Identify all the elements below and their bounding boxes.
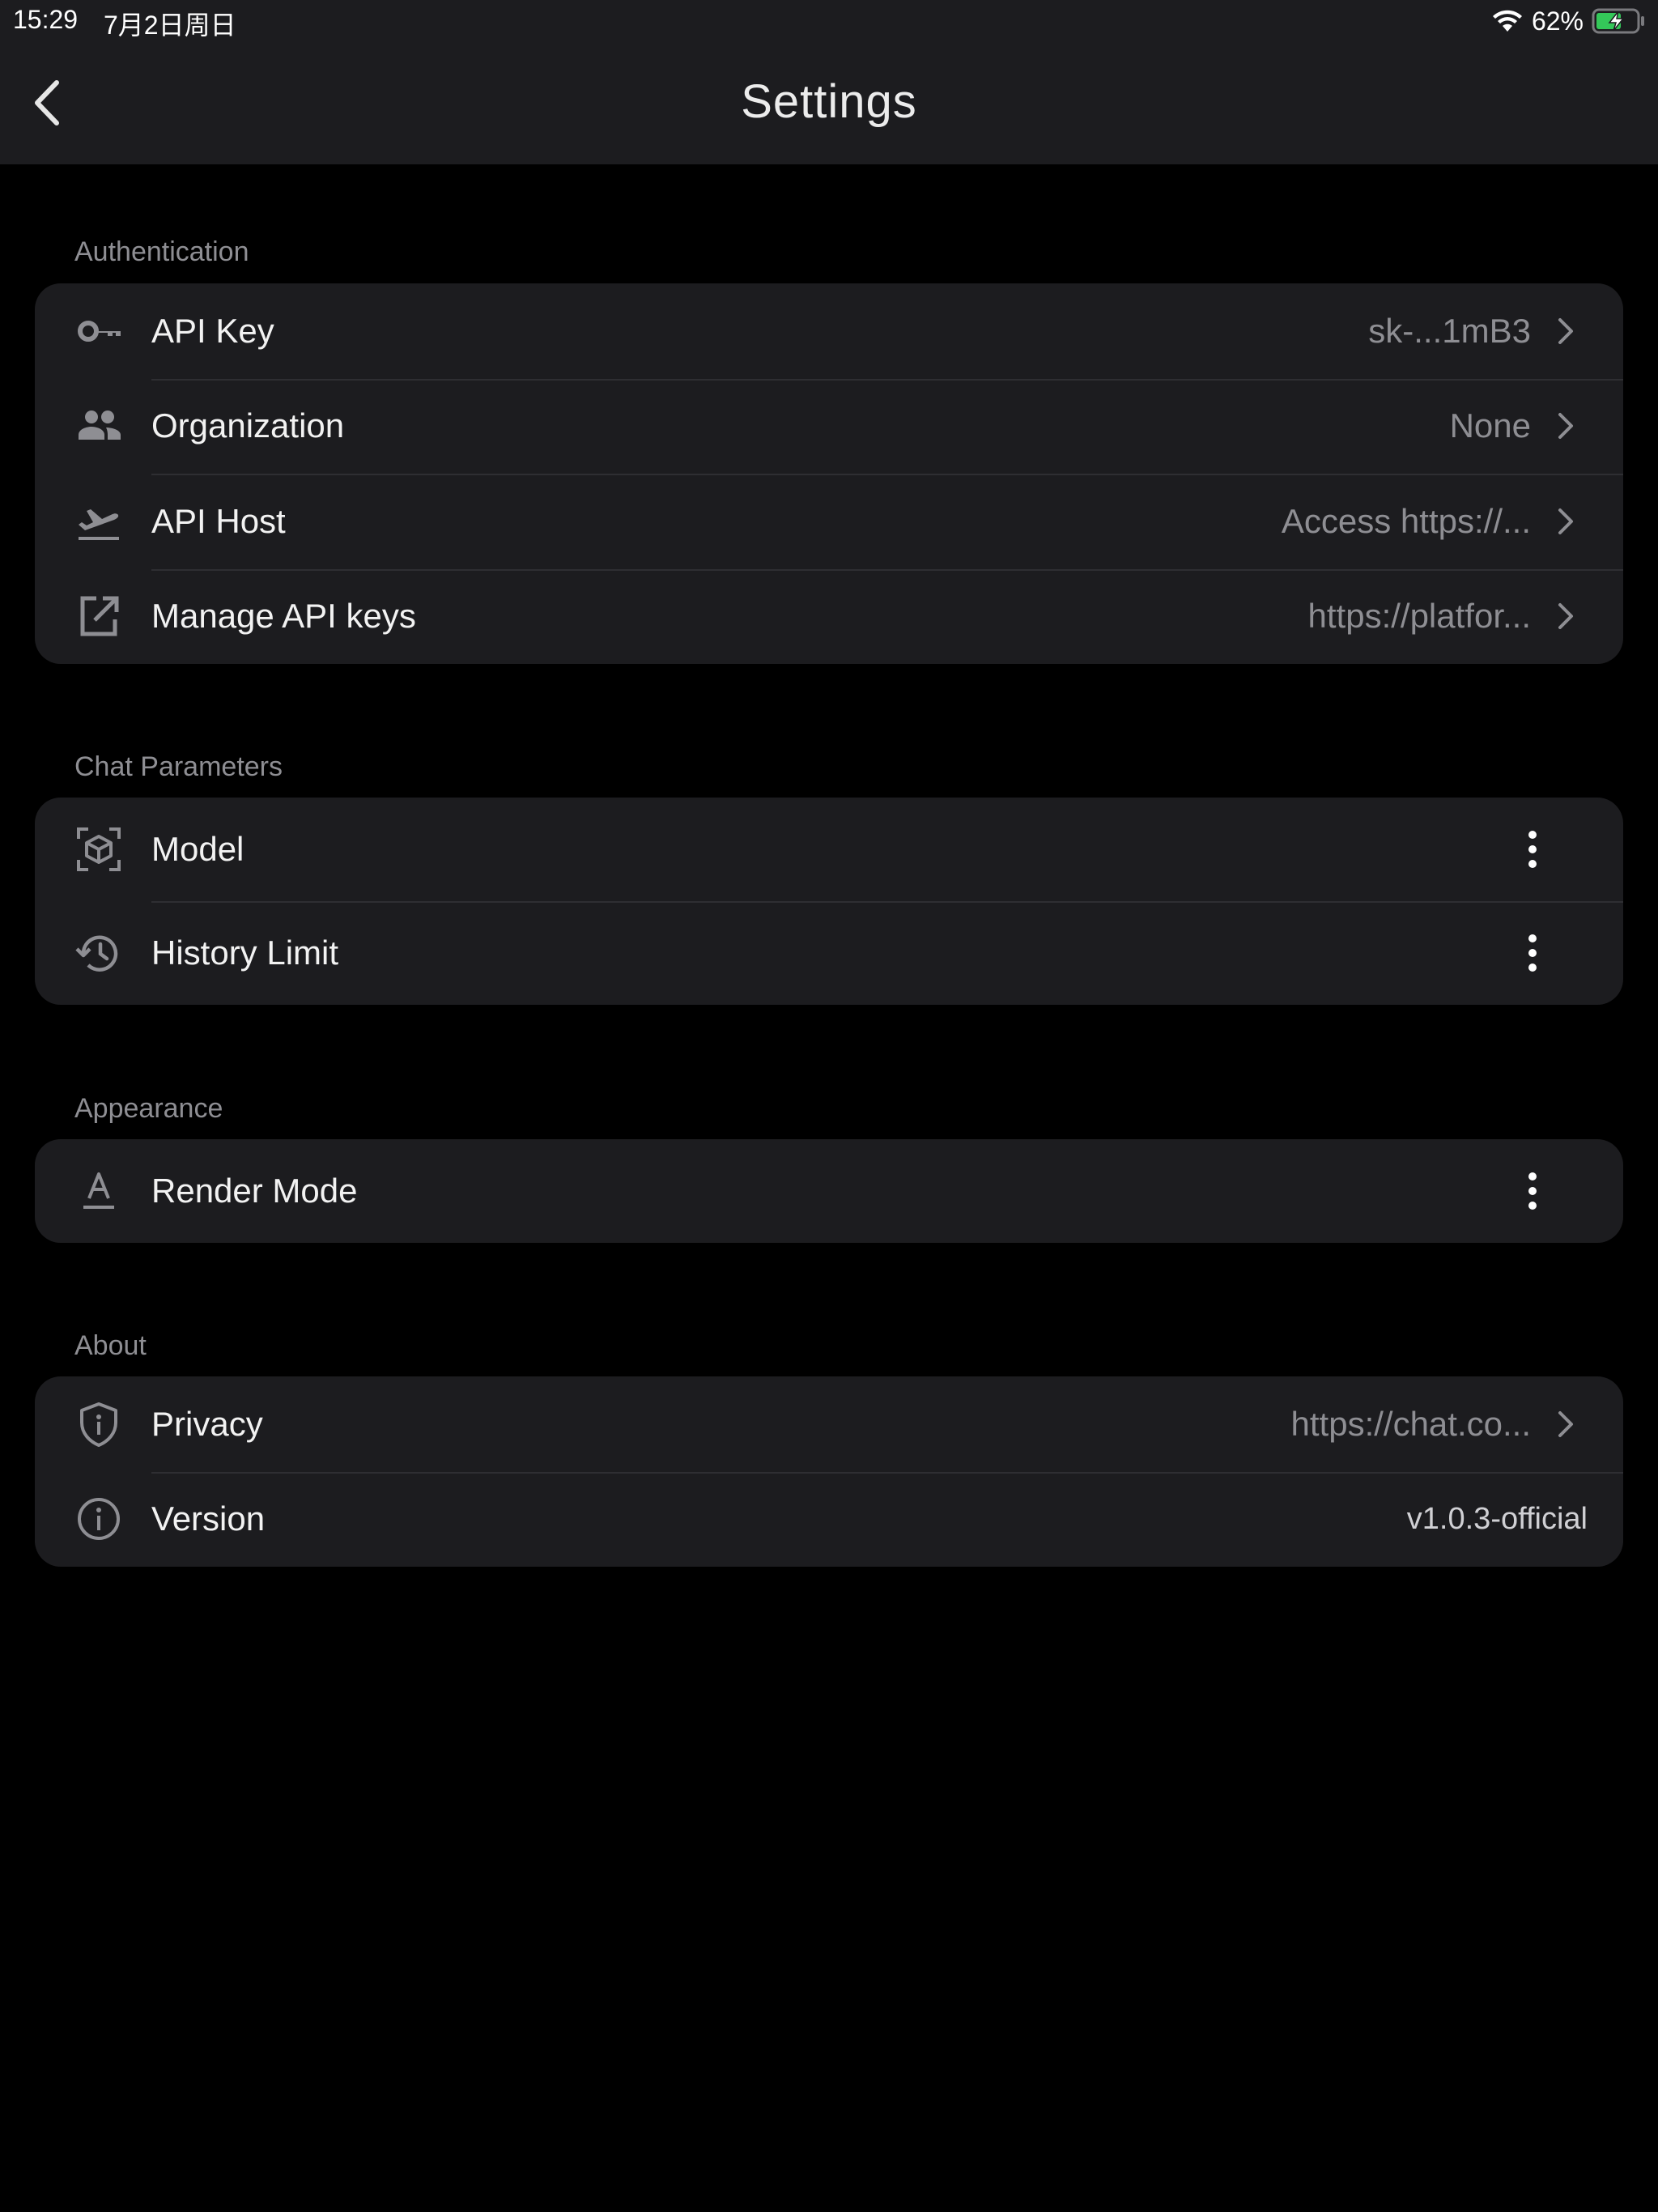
api-key-row[interactable]: API Key sk-...1mB3: [35, 283, 1623, 379]
people-icon: [74, 401, 124, 451]
row-label: Organization: [151, 406, 345, 445]
chevron-right-icon: [1554, 1407, 1578, 1441]
version-value: v1.0.3-official: [1406, 1501, 1588, 1536]
section-label-appearance: Appearance: [74, 1093, 223, 1124]
history-icon: [74, 928, 124, 978]
more-options-icon[interactable]: [1516, 929, 1549, 977]
authentication-group: API Key sk-...1mB3 Organization None API…: [35, 283, 1623, 664]
render-mode-row[interactable]: Render Mode: [35, 1139, 1623, 1243]
row-label: History Limit: [151, 934, 339, 972]
chevron-right-icon: [1554, 314, 1578, 348]
row-value: Access https://...: [1281, 501, 1531, 540]
chevron-right-icon: [1554, 599, 1578, 633]
key-icon: [74, 306, 124, 356]
status-bar: 15:29 7月2日周日 62%: [0, 0, 1658, 42]
more-options-icon[interactable]: [1516, 825, 1549, 874]
row-label: Manage API keys: [151, 597, 416, 636]
chevron-right-icon: [1554, 409, 1578, 443]
row-value: sk-...1mB3: [1368, 311, 1531, 350]
status-time: 15:29: [13, 5, 79, 34]
section-label-authentication: Authentication: [74, 236, 249, 267]
row-value: https://chat.co...: [1290, 1404, 1531, 1443]
row-label: Render Mode: [151, 1172, 358, 1210]
row-label: Model: [151, 830, 244, 868]
battery-charging-icon: [1592, 8, 1644, 34]
flight-takeoff-icon: [74, 496, 124, 547]
section-label-about: About: [74, 1330, 147, 1361]
section-label-chat-parameters: Chat Parameters: [74, 751, 283, 782]
row-label: Version: [151, 1499, 266, 1538]
about-group: Privacy https://chat.co... Version v1.0.…: [35, 1376, 1623, 1567]
text-format-icon: [74, 1166, 124, 1216]
row-value: https://platfor...: [1307, 597, 1531, 636]
api-host-row[interactable]: API Host Access https://...: [35, 474, 1623, 569]
chat-parameters-group: Model History Limit: [35, 798, 1623, 1005]
status-indicators: 62%: [1491, 5, 1647, 37]
row-value: None: [1449, 406, 1531, 445]
row-label: API Key: [151, 311, 274, 350]
model-row[interactable]: Model: [35, 798, 1623, 901]
more-options-icon[interactable]: [1516, 1167, 1549, 1215]
page-title: Settings: [741, 75, 917, 128]
row-label: Privacy: [151, 1404, 263, 1443]
chevron-right-icon: [1554, 504, 1578, 538]
battery-percent: 62%: [1531, 6, 1584, 36]
version-row: Version v1.0.3-official: [35, 1471, 1623, 1568]
cube-scan-icon: [74, 824, 124, 874]
wifi-icon: [1492, 10, 1522, 32]
appearance-group: Render Mode: [35, 1139, 1623, 1243]
shield-icon: [74, 1399, 124, 1449]
top-bar: 15:29 7月2日周日 62% Settings: [0, 0, 1658, 164]
manage-api-keys-row[interactable]: Manage API keys https://platfor...: [35, 568, 1623, 665]
open-external-icon: [74, 591, 124, 641]
row-label: API Host: [151, 501, 286, 540]
organization-row[interactable]: Organization None: [35, 378, 1623, 474]
history-limit-row[interactable]: History Limit: [35, 901, 1623, 1005]
info-icon: [74, 1494, 124, 1544]
privacy-row[interactable]: Privacy https://chat.co...: [35, 1376, 1623, 1472]
status-date: 7月2日周日: [104, 11, 236, 40]
